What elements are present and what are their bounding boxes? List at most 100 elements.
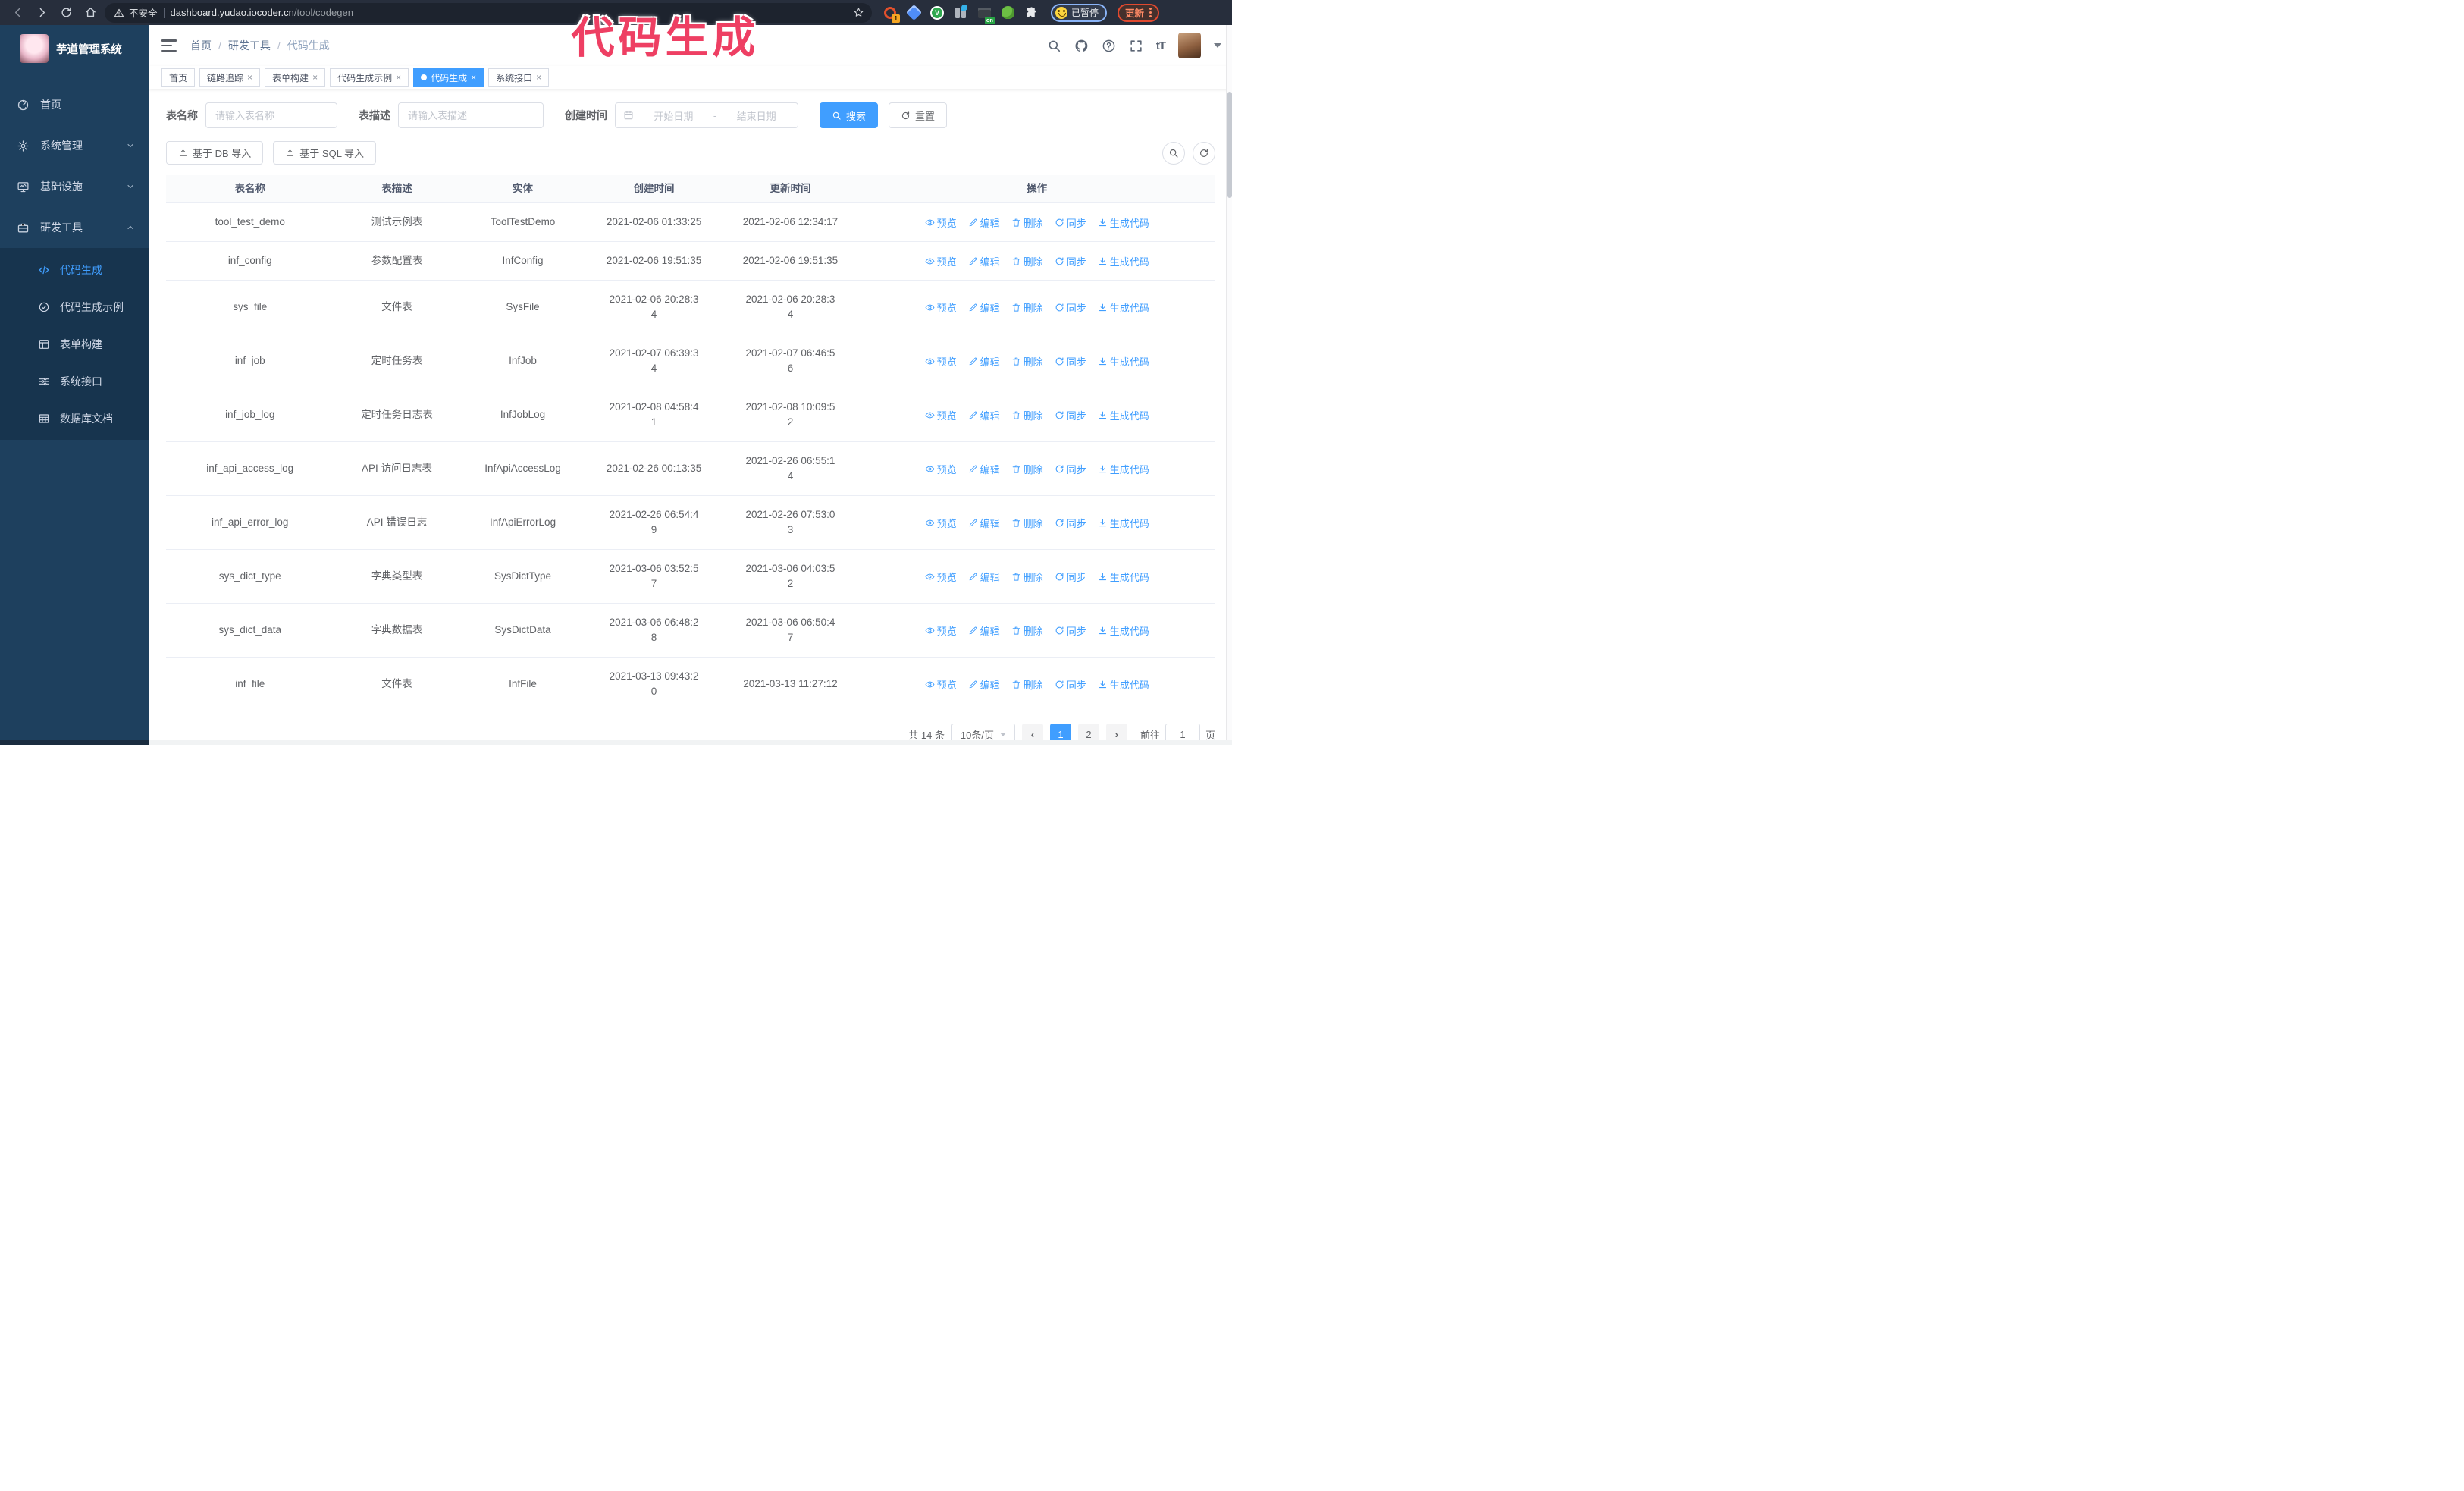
generate-code-link[interactable]: 生成代码 (1098, 408, 1149, 422)
edit-link[interactable]: 编辑 (968, 570, 1000, 584)
user-avatar[interactable] (1178, 33, 1201, 58)
address-bar[interactable]: 不安全 dashboard.yudao.iocoder.cn/tool/code… (105, 2, 872, 23)
edit-link[interactable]: 编辑 (968, 462, 1000, 476)
browser-back-button[interactable] (8, 3, 27, 23)
close-icon[interactable]: × (536, 73, 541, 82)
preview-link[interactable]: 预览 (925, 462, 957, 476)
tab-codegen[interactable]: 代码生成 × (413, 67, 484, 87)
sidebar-item-codegen[interactable]: 代码生成 (0, 251, 149, 288)
tab-form-builder[interactable]: 表单构建 × (265, 67, 326, 87)
generate-code-link[interactable]: 生成代码 (1098, 570, 1149, 584)
delete-link[interactable]: 删除 (1011, 354, 1043, 369)
delete-link[interactable]: 删除 (1011, 570, 1043, 584)
tab-system-api[interactable]: 系统接口 × (488, 67, 550, 87)
sidebar-item-db-doc[interactable]: 数据库文档 (0, 400, 149, 437)
browser-home-button[interactable] (80, 3, 100, 23)
browser-reload-button[interactable] (56, 3, 76, 23)
bookmark-star-icon[interactable] (853, 7, 864, 18)
delete-link[interactable]: 删除 (1011, 215, 1043, 230)
preview-link[interactable]: 预览 (925, 300, 957, 315)
breadcrumb-home[interactable]: 首页 (190, 38, 212, 53)
import-sql-button[interactable]: 基于 SQL 导入 (273, 141, 377, 165)
toggle-search-button[interactable] (1162, 141, 1185, 165)
sidebar-item-infrastructure[interactable]: 基础设施 (0, 166, 149, 207)
sync-link[interactable]: 同步 (1055, 570, 1086, 584)
horizontal-scrollbar[interactable] (0, 740, 1232, 746)
sync-link[interactable]: 同步 (1055, 623, 1086, 638)
sync-link[interactable]: 同步 (1055, 408, 1086, 422)
security-warning[interactable]: 不安全 (114, 5, 158, 20)
reset-button[interactable]: 重置 (889, 102, 948, 128)
horizontal-scrollbar-thumb[interactable] (0, 740, 149, 746)
generate-code-link[interactable]: 生成代码 (1098, 516, 1149, 530)
browser-forward-button[interactable] (32, 3, 52, 23)
preview-link[interactable]: 预览 (925, 354, 957, 369)
sync-link[interactable]: 同步 (1055, 254, 1086, 268)
close-icon[interactable]: × (396, 73, 401, 82)
extension-gem-icon[interactable] (905, 4, 922, 21)
avatar-caret-icon[interactable] (1214, 43, 1221, 52)
app-logo[interactable]: 芋道管理系统 (0, 25, 149, 72)
extensions-puzzle-icon[interactable] (1024, 5, 1039, 20)
import-db-button[interactable]: 基于 DB 导入 (166, 141, 264, 165)
edit-link[interactable]: 编辑 (968, 677, 1000, 692)
edit-link[interactable]: 编辑 (968, 300, 1000, 315)
extension-frog-icon[interactable] (1000, 5, 1015, 20)
generate-code-link[interactable]: 生成代码 (1098, 677, 1149, 692)
preview-link[interactable]: 预览 (925, 254, 957, 268)
generate-code-link[interactable]: 生成代码 (1098, 254, 1149, 268)
browser-menu-icon[interactable] (1149, 8, 1152, 17)
delete-link[interactable]: 删除 (1011, 462, 1043, 476)
preview-link[interactable]: 预览 (925, 516, 957, 530)
generate-code-link[interactable]: 生成代码 (1098, 215, 1149, 230)
sync-link[interactable]: 同步 (1055, 300, 1086, 315)
close-icon[interactable]: × (247, 73, 252, 82)
preview-link[interactable]: 预览 (925, 623, 957, 638)
sidebar-item-codegen-example[interactable]: 代码生成示例 (0, 288, 149, 325)
preview-link[interactable]: 预览 (925, 215, 957, 230)
preview-link[interactable]: 预览 (925, 408, 957, 422)
sync-link[interactable]: 同步 (1055, 354, 1086, 369)
generate-code-link[interactable]: 生成代码 (1098, 462, 1149, 476)
fullscreen-icon[interactable] (1129, 39, 1143, 53)
sync-link[interactable]: 同步 (1055, 516, 1086, 530)
vertical-scrollbar-thumb[interactable] (1227, 92, 1232, 198)
breadcrumb-dev-tools[interactable]: 研发工具 (228, 38, 271, 53)
preview-link[interactable]: 预览 (925, 570, 957, 584)
font-size-icon[interactable]: tT (1156, 39, 1166, 52)
delete-link[interactable]: 删除 (1011, 516, 1043, 530)
edit-link[interactable]: 编辑 (968, 254, 1000, 268)
tab-codegen-example[interactable]: 代码生成示例 × (330, 67, 409, 87)
edit-link[interactable]: 编辑 (968, 623, 1000, 638)
sync-link[interactable]: 同步 (1055, 215, 1086, 230)
search-icon[interactable] (1047, 39, 1061, 53)
tab-home[interactable]: 首页 (161, 67, 196, 87)
tab-trace[interactable]: 链路追踪 × (199, 67, 261, 87)
edit-link[interactable]: 编辑 (968, 215, 1000, 230)
sync-link[interactable]: 同步 (1055, 677, 1086, 692)
delete-link[interactable]: 删除 (1011, 300, 1043, 315)
sync-link[interactable]: 同步 (1055, 462, 1086, 476)
delete-link[interactable]: 删除 (1011, 254, 1043, 268)
sidebar-item-form-builder[interactable]: 表单构建 (0, 325, 149, 363)
delete-link[interactable]: 删除 (1011, 677, 1043, 692)
github-icon[interactable] (1074, 39, 1089, 53)
close-icon[interactable]: × (471, 73, 476, 82)
delete-link[interactable]: 删除 (1011, 408, 1043, 422)
vertical-scrollbar[interactable] (1226, 25, 1232, 740)
generate-code-link[interactable]: 生成代码 (1098, 300, 1149, 315)
refresh-table-button[interactable] (1193, 141, 1215, 165)
extension-v-icon[interactable]: V (929, 5, 945, 20)
generate-code-link[interactable]: 生成代码 (1098, 623, 1149, 638)
edit-link[interactable]: 编辑 (968, 516, 1000, 530)
create-time-range-picker[interactable]: 开始日期 - 结束日期 (615, 102, 798, 128)
search-button[interactable]: 搜索 (820, 102, 879, 128)
sidebar-item-home[interactable]: 首页 (0, 84, 149, 125)
delete-link[interactable]: 删除 (1011, 623, 1043, 638)
table-name-input[interactable] (205, 102, 337, 128)
hamburger-icon[interactable] (161, 39, 177, 52)
close-icon[interactable]: × (312, 73, 318, 82)
extension-columns-icon[interactable] (953, 4, 968, 20)
edit-link[interactable]: 编辑 (968, 408, 1000, 422)
browser-update-button[interactable]: 更新 (1118, 3, 1160, 22)
